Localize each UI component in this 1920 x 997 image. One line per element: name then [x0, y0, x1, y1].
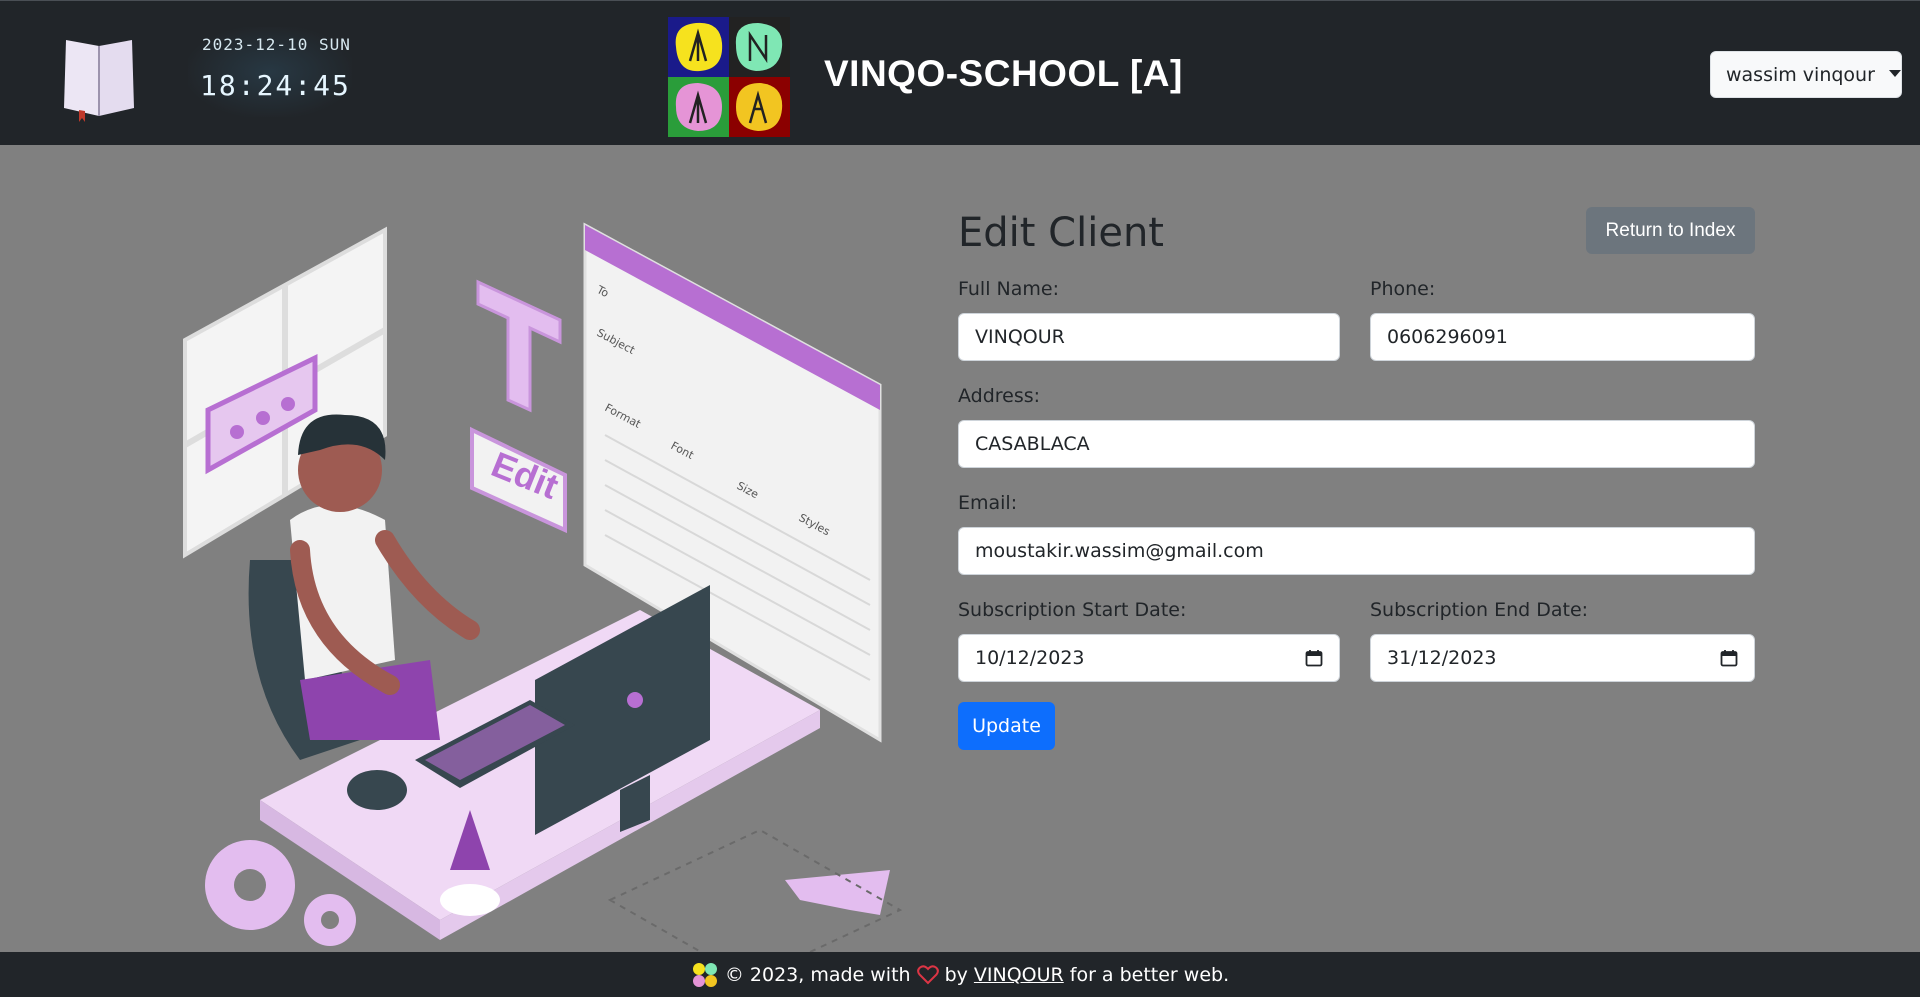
footer-by: by	[944, 963, 968, 986]
return-to-index-button[interactable]: Return to Index	[1586, 207, 1755, 254]
update-button[interactable]: Update	[958, 702, 1055, 750]
footer-copyright: © 2023, made with	[724, 963, 911, 986]
address-input[interactable]: CASABLACA	[958, 420, 1755, 468]
caret-down-icon	[1888, 70, 1901, 77]
page-title: Edit Client	[958, 210, 1164, 256]
brand-title: VINQO-SCHOOL [A]	[824, 53, 1183, 94]
phone-label: Phone:	[1370, 278, 1436, 300]
calendar-icon[interactable]	[1720, 649, 1738, 667]
full-name-value: VINQOUR	[975, 326, 1065, 348]
email-label: Email:	[958, 492, 1018, 514]
clock-date: 2023-12-10 SUN	[202, 35, 351, 54]
brand-logo-small-icon	[692, 962, 717, 987]
book-icon	[64, 40, 134, 122]
address-value: CASABLACA	[975, 433, 1090, 455]
user-dropdown-button[interactable]: wassim vinqour	[1710, 51, 1902, 98]
phone-input[interactable]: 0606296091	[1370, 313, 1755, 361]
full-name-input[interactable]: VINQOUR	[958, 313, 1340, 361]
full-name-label: Full Name:	[958, 278, 1059, 300]
navbar: 2023-12-10 SUN 18:24:45 VINQO-SCHOOL [A]…	[0, 0, 1920, 145]
subscription-start-label: Subscription Start Date:	[958, 599, 1187, 621]
subscription-end-value: 31/12/2023	[1387, 647, 1497, 669]
heart-icon	[916, 964, 939, 984]
subscription-start-input[interactable]: 10/12/2023	[958, 634, 1340, 682]
footer-tagline: for a better web.	[1069, 963, 1230, 986]
email-input[interactable]: moustakir.wassim@gmail.com	[958, 527, 1755, 575]
calendar-icon[interactable]	[1305, 649, 1323, 667]
footer: © 2023, made with by VINQOUR for a bette…	[0, 952, 1920, 997]
phone-value: 0606296091	[1387, 326, 1508, 348]
hero-illustration: Edit To Subject Format Font Size Styles	[183, 222, 903, 955]
address-label: Address:	[958, 385, 1041, 407]
footer-author-link[interactable]: VINQOUR	[974, 964, 1064, 986]
subscription-start-value: 10/12/2023	[975, 647, 1085, 669]
subscription-end-input[interactable]: 31/12/2023	[1370, 634, 1755, 682]
user-name-label: wassim vinqour	[1726, 63, 1875, 86]
brand-logo	[668, 17, 790, 137]
clock-time: 18:24:45	[200, 69, 351, 102]
digital-clock: 2023-12-10 SUN 18:24:45	[188, 27, 352, 117]
email-value: moustakir.wassim@gmail.com	[975, 540, 1264, 562]
subscription-end-label: Subscription End Date:	[1370, 599, 1589, 621]
